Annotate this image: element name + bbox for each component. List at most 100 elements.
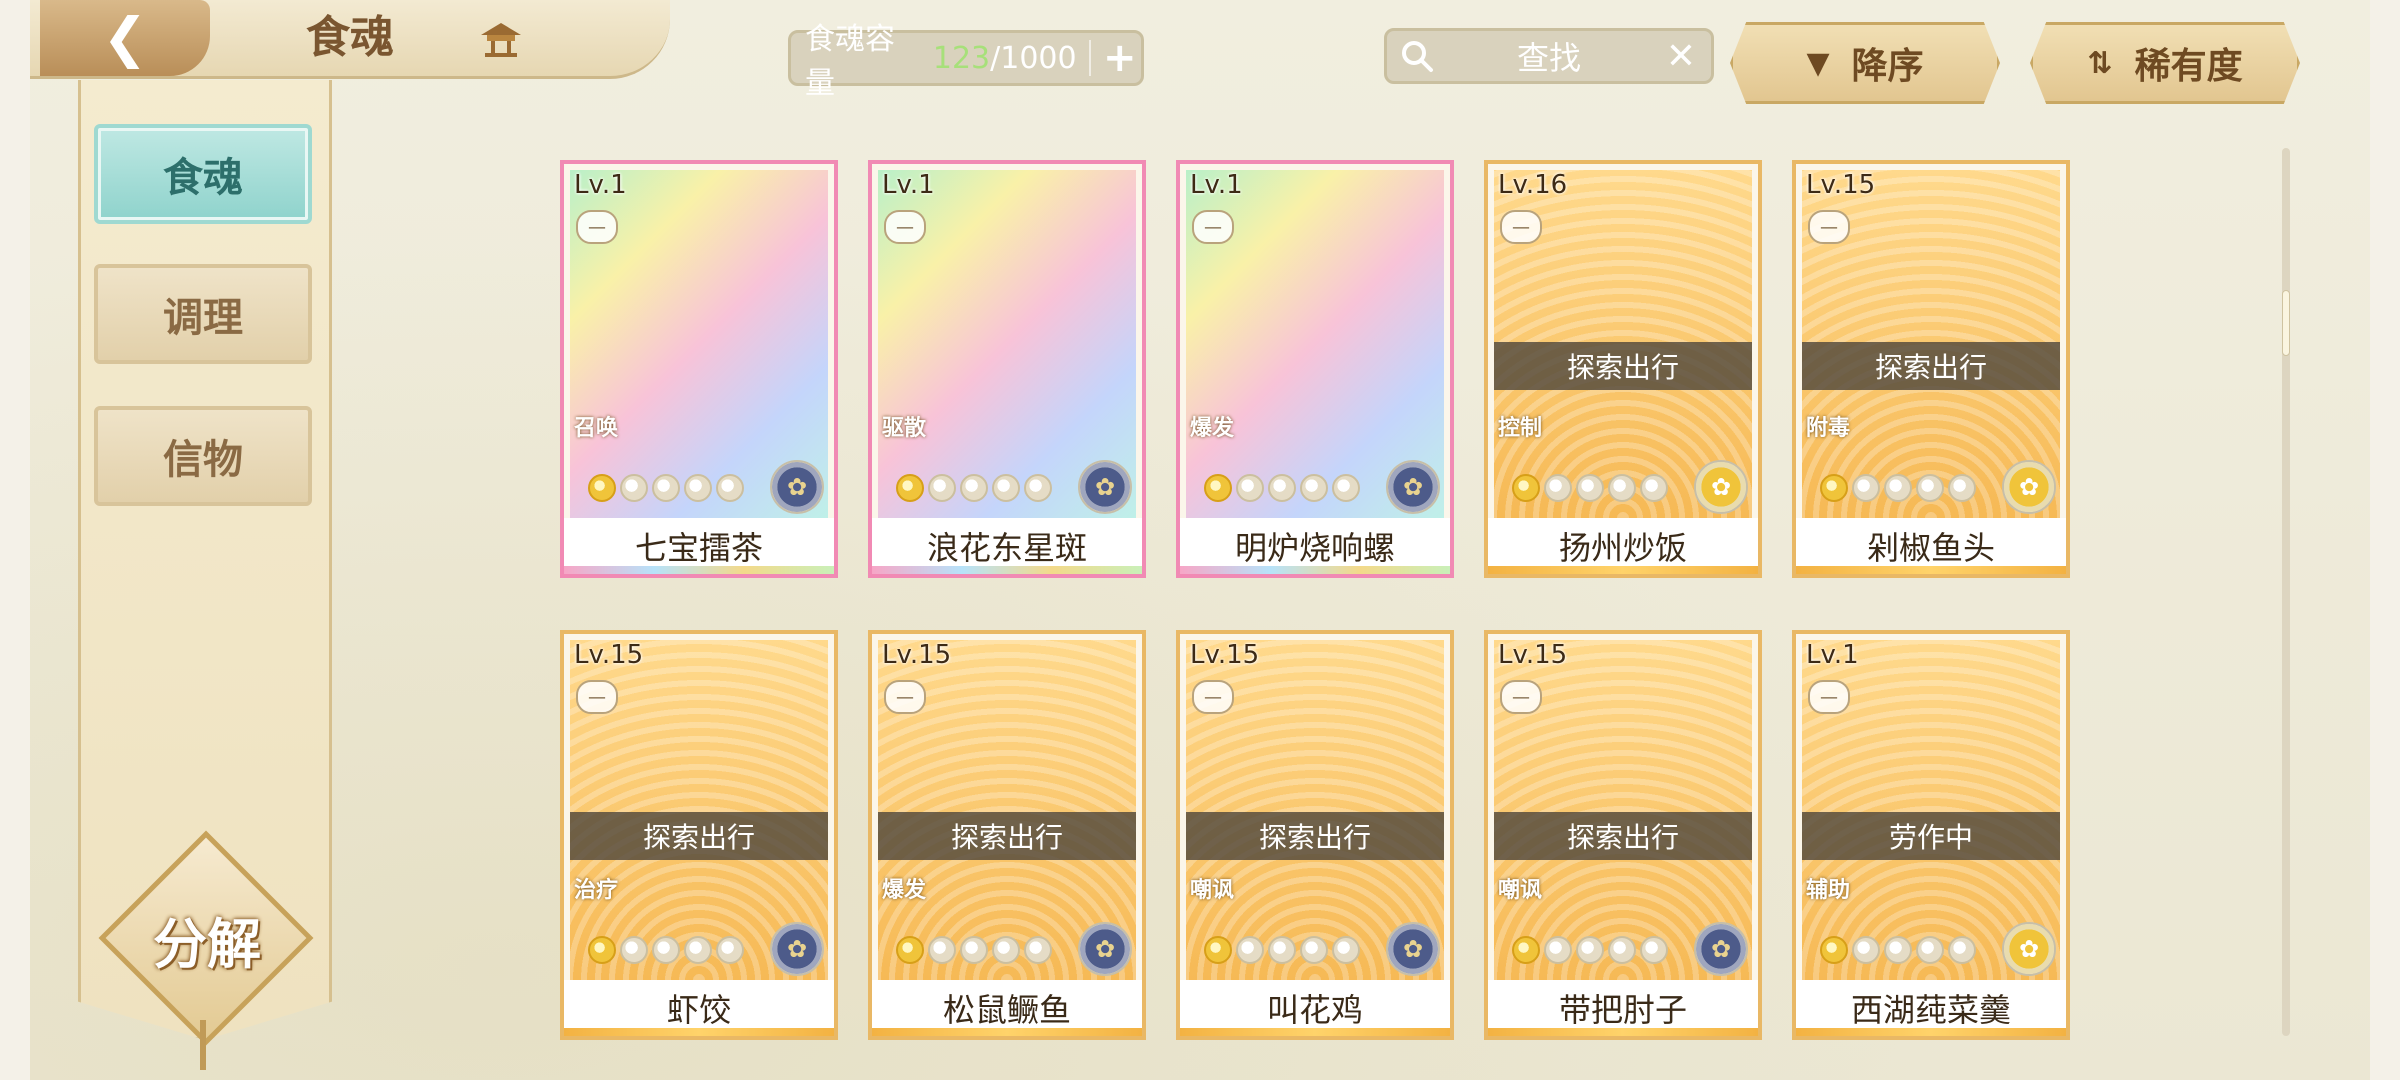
card-name-band (1796, 1028, 2066, 1036)
star-rating (1820, 474, 1976, 502)
card-name-band (872, 1028, 1142, 1036)
star-icon (960, 936, 988, 964)
food-soul-card[interactable]: Lv.15— 探索出行 附毒 ✿ 剁椒鱼头 (1792, 160, 2070, 578)
search-box[interactable]: 查找 ✕ (1384, 28, 1714, 84)
sort-order-label: 降序 (1851, 46, 1924, 87)
capacity-total: /1000 (990, 40, 1077, 76)
star-icon (1512, 936, 1540, 964)
star-icon (1820, 936, 1848, 964)
star-icon (652, 474, 680, 502)
card-level: Lv.15 (1190, 640, 1260, 670)
star-icon (896, 474, 924, 502)
star-icon (1024, 936, 1052, 964)
back-arrow-icon: ❮ (102, 6, 148, 69)
lock-toggle-icon[interactable]: — (884, 680, 926, 714)
star-icon (1332, 936, 1360, 964)
star-icon (1300, 936, 1328, 964)
sort-rarity-button[interactable]: ⇅ 稀有度 (2030, 22, 2300, 104)
role-badge: 附毒 (1798, 406, 1858, 446)
star-icon (1608, 474, 1636, 502)
star-icon (684, 936, 712, 964)
card-status: 探索出行 (1494, 342, 1752, 390)
lock-toggle-icon[interactable]: — (1808, 680, 1850, 714)
lock-toggle-icon[interactable]: — (1500, 680, 1542, 714)
food-soul-card[interactable]: Lv.1— 劳作中 辅助 ✿ 西湖莼菜羹 (1792, 630, 2070, 1040)
star-icon (1820, 474, 1848, 502)
role-label: 爆发 (1189, 416, 1234, 441)
role-label: 控制 (1497, 416, 1542, 441)
card-level: Lv.1 (882, 170, 935, 200)
card-name-band (1488, 1028, 1758, 1036)
scrollbar-track[interactable] (2282, 148, 2290, 1036)
card-level: Lv.16 (1498, 170, 1568, 200)
star-icon (1576, 936, 1604, 964)
flower-medal-icon: ✿ (2002, 460, 2056, 514)
lock-toggle-icon[interactable]: — (1500, 210, 1542, 244)
star-icon (928, 936, 956, 964)
back-button[interactable]: ❮ (40, 0, 210, 76)
star-icon (1948, 936, 1976, 964)
pavilion-home-icon[interactable] (474, 14, 528, 64)
capacity-divider (1088, 40, 1091, 76)
role-label: 爆发 (881, 878, 926, 903)
star-icon (1236, 936, 1264, 964)
star-icon (1916, 936, 1944, 964)
star-icon (1884, 474, 1912, 502)
lock-toggle-icon[interactable]: — (576, 680, 618, 714)
food-soul-card[interactable]: Lv.15— 探索出行 嘲讽 ✿ 叫花鸡 (1176, 630, 1454, 1040)
left-letterbox (0, 0, 30, 1080)
flower-medal-icon: ✿ (1694, 460, 1748, 514)
star-icon (1236, 474, 1264, 502)
role-badge: 嘲讽 (1182, 868, 1242, 908)
role-badge: 治疗 (566, 868, 626, 908)
food-soul-card[interactable]: Lv.1— 驱散 ✿ 浪花东星斑 (868, 160, 1146, 578)
star-icon (588, 936, 616, 964)
food-soul-card[interactable]: Lv.16— 探索出行 控制 ✿ 扬州炒饭 (1484, 160, 1762, 578)
star-icon (928, 474, 956, 502)
flower-medal-icon: ✿ (1386, 922, 1440, 976)
food-soul-card[interactable]: Lv.15— 探索出行 治疗 ✿ 虾饺 (560, 630, 838, 1040)
card-name-band (1796, 566, 2066, 574)
role-label: 召唤 (573, 416, 618, 441)
lock-toggle-icon[interactable]: — (1192, 210, 1234, 244)
sidebar-item-tiaoli[interactable]: 调理 (94, 264, 312, 364)
star-icon (1640, 936, 1668, 964)
sidebar-item-xinwu[interactable]: 信物 (94, 406, 312, 506)
lock-toggle-icon[interactable]: — (1192, 680, 1234, 714)
search-input[interactable]: 查找 (1447, 33, 1651, 79)
sort-order-button[interactable]: ▼ 降序 (1730, 22, 2000, 104)
capacity-display: 食魂容量 123 /1000 + (788, 22, 1144, 101)
star-icon (620, 474, 648, 502)
food-soul-card[interactable]: Lv.15— 探索出行 嘲讽 ✿ 带把肘子 (1484, 630, 1762, 1040)
flower-medal-icon: ✿ (1078, 922, 1132, 976)
flower-medal-icon: ✿ (770, 922, 824, 976)
lock-toggle-icon[interactable]: — (884, 210, 926, 244)
role-label: 治疗 (573, 878, 618, 903)
sidebar-item-label: 调理 (163, 294, 243, 341)
star-icon (1916, 474, 1944, 502)
scrollbar-thumb[interactable] (2282, 290, 2290, 356)
flower-medal-icon: ✿ (1078, 460, 1132, 514)
card-status: 劳作中 (1802, 812, 2060, 860)
star-icon (1204, 474, 1232, 502)
lock-toggle-icon[interactable]: — (1808, 210, 1850, 244)
plus-icon[interactable]: + (1099, 35, 1141, 81)
card-status: 探索出行 (878, 812, 1136, 860)
card-name-band (564, 566, 834, 574)
star-icon (1852, 474, 1880, 502)
role-label: 嘲讽 (1189, 878, 1234, 903)
food-soul-card[interactable]: Lv.1— 召唤 ✿ 七宝擂茶 (560, 160, 838, 578)
close-icon[interactable]: ✕ (1651, 36, 1711, 77)
star-icon (716, 936, 744, 964)
star-rating (1204, 936, 1360, 964)
food-soul-card[interactable]: Lv.1— 爆发 ✿ 明炉烧响螺 (1176, 160, 1454, 578)
star-icon (1544, 474, 1572, 502)
star-rating (1512, 936, 1668, 964)
sidebar-item-label: 信物 (163, 436, 243, 483)
star-rating (896, 474, 1052, 502)
star-rating (1512, 474, 1668, 502)
sidebar-item-shihun[interactable]: 食魂 (94, 124, 312, 224)
lock-toggle-icon[interactable]: — (576, 210, 618, 244)
card-name-band (872, 566, 1142, 574)
food-soul-card[interactable]: Lv.15— 探索出行 爆发 ✿ 松鼠鳜鱼 (868, 630, 1146, 1040)
